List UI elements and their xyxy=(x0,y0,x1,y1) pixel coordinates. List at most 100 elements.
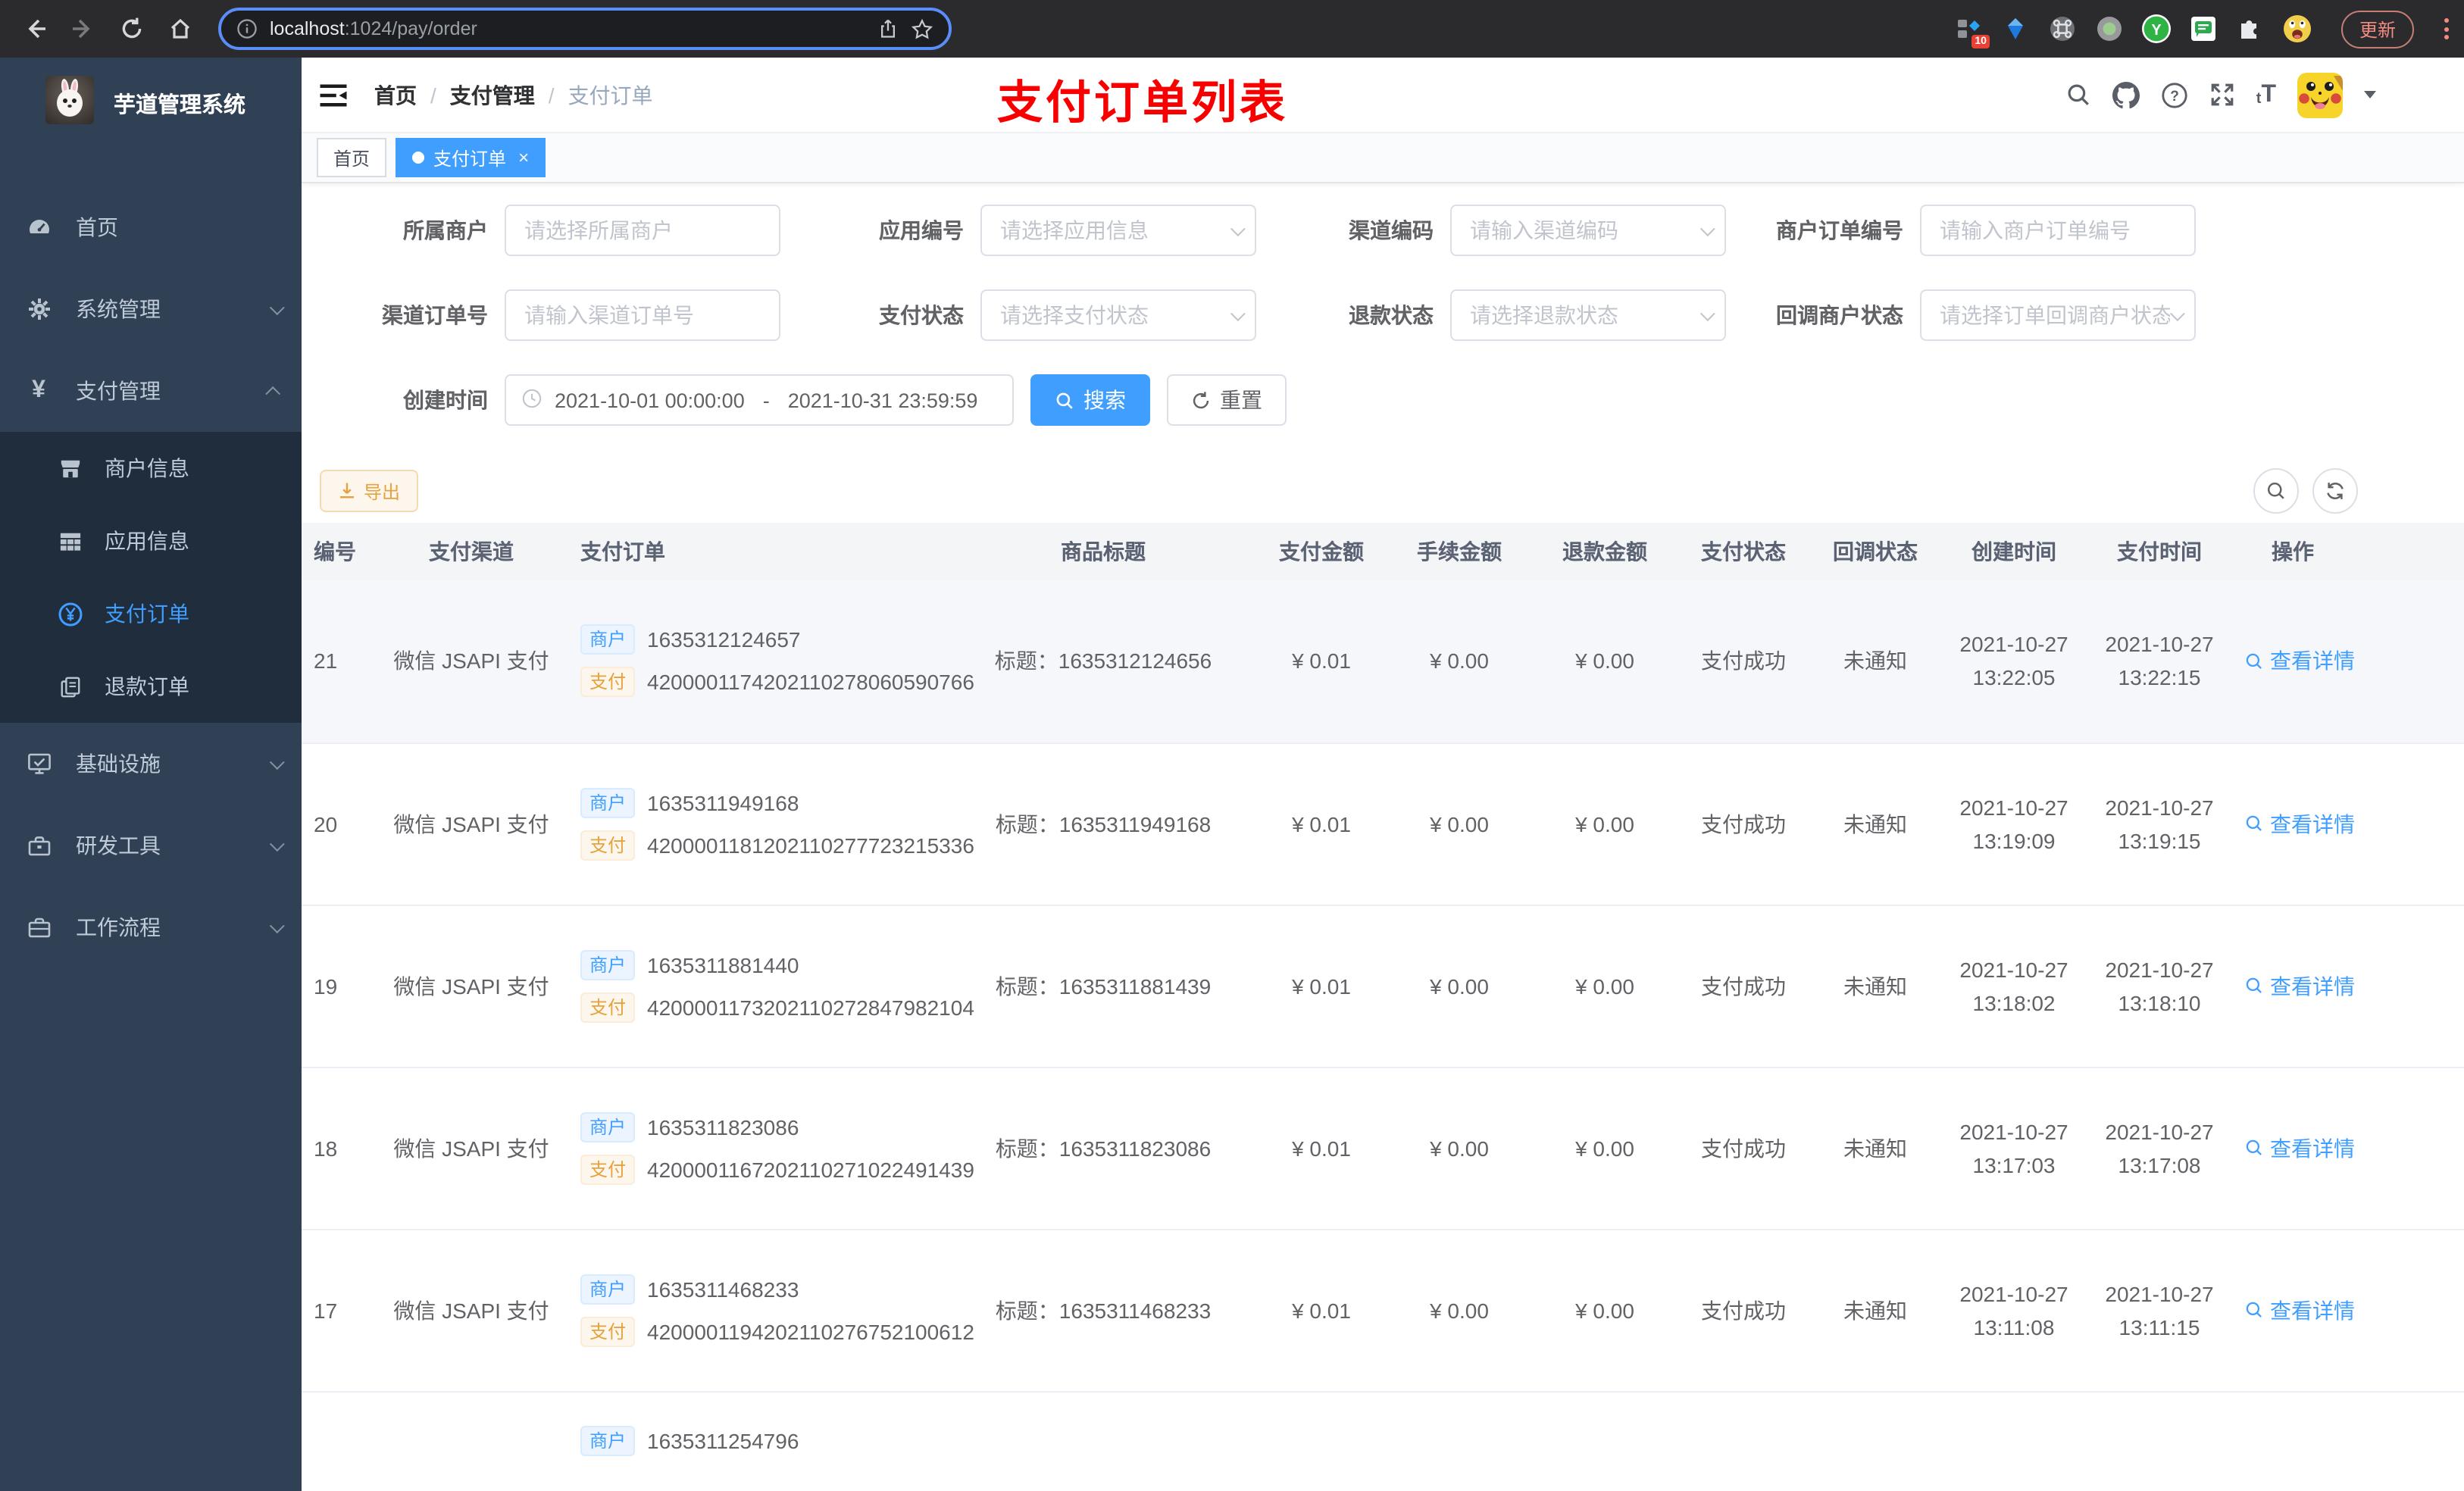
channel-order-no-input[interactable] xyxy=(505,289,780,341)
refund-amount: ¥ 0.00 xyxy=(1532,742,1678,905)
fullscreen-icon[interactable] xyxy=(2209,82,2235,108)
col-id: 编号 xyxy=(302,523,374,580)
reset-button[interactable]: 重置 xyxy=(1167,374,1287,426)
view-detail-link[interactable]: 查看详情 xyxy=(2244,1133,2355,1163)
merchant-input[interactable] xyxy=(505,205,780,256)
extension-chat-icon[interactable] xyxy=(2188,14,2219,44)
sidebar-item-pay-order[interactable]: 支付订单 xyxy=(0,577,302,650)
sidebar-item-merchant-info[interactable]: 商户信息 xyxy=(0,432,302,505)
chrome-menu-icon[interactable] xyxy=(2444,18,2449,39)
pay-amount: ¥ 0.01 xyxy=(1256,905,1387,1067)
view-detail-link[interactable]: 查看详情 xyxy=(2244,808,2355,839)
sidebar-item-system[interactable]: 系统管理 xyxy=(0,268,302,350)
view-detail-link[interactable]: 查看详情 xyxy=(2244,971,2355,1001)
sidebar-item-payment[interactable]: ¥ 支付管理 xyxy=(0,350,302,432)
order-id: 17 xyxy=(302,1229,374,1392)
actions-cell: 查看详情 xyxy=(2232,905,2464,1067)
col-status: 支付状态 xyxy=(1678,523,1809,580)
extension-tabs-icon[interactable]: 10 xyxy=(1953,14,1990,48)
svg-text:?: ? xyxy=(2170,88,2179,104)
user-avatar[interactable] xyxy=(2297,72,2343,117)
pay-status: 支付成功 xyxy=(1678,580,1809,743)
extension-puzzle-icon[interactable] xyxy=(2235,14,2265,44)
breadcrumb-section[interactable]: 支付管理 xyxy=(450,80,535,110)
view-detail-link[interactable]: 查看详情 xyxy=(2244,1295,2355,1325)
merchant-tag: 商户 xyxy=(580,787,636,817)
product-title: 标题：1635311468233 xyxy=(950,1229,1256,1392)
pay-status: 支付成功 xyxy=(1678,1067,1809,1230)
merchant-order-no-input[interactable] xyxy=(1920,205,2196,256)
col-fee: 手续金额 xyxy=(1387,523,1532,580)
back-icon[interactable] xyxy=(15,9,55,48)
filter-merchant: 所属商户 xyxy=(353,205,780,256)
chevron-down-icon xyxy=(1230,220,1246,236)
refresh-button[interactable] xyxy=(2312,468,2358,514)
chrome-update-button[interactable]: 更新 xyxy=(2340,10,2414,48)
app-logo[interactable]: 芋道管理系统 xyxy=(0,58,302,148)
notify-status-select[interactable]: 请选择订单回调商户状态 xyxy=(1920,289,2196,341)
extension-y-icon[interactable]: Y xyxy=(2141,14,2172,44)
pay-status-select[interactable]: 请选择支付状态 xyxy=(980,289,1256,341)
home-icon[interactable] xyxy=(161,9,200,48)
merchant-tag: 商户 xyxy=(580,624,636,655)
create-time-range-picker[interactable]: 2021-10-01 00:00:00 - 2021-10-31 23:59:5… xyxy=(505,374,1014,426)
pay-order-cell: 商户 1635311254796 xyxy=(568,1391,950,1489)
pay-time: 2021-10-27 13:11:15 xyxy=(2087,1229,2232,1392)
toolbox-icon xyxy=(26,833,52,858)
pay-channel: 微信 JSAPI 支付 xyxy=(374,742,568,905)
chevron-down-icon xyxy=(1230,305,1246,321)
browser-window: localhost:1024/pay/order 10 Y 更新 芋道管理系统 … xyxy=(0,0,2464,1491)
refund-status-select[interactable]: 请选择退款状态 xyxy=(1450,289,1726,341)
extension-emoji-icon[interactable] xyxy=(2282,14,2312,44)
search-icon[interactable] xyxy=(2065,82,2091,108)
refund-amount: ¥ 0.00 xyxy=(1532,1229,1678,1392)
search-button[interactable]: 搜索 xyxy=(1030,374,1150,426)
sidebar-item-dev-tools[interactable]: 研发工具 xyxy=(0,805,302,886)
sidebar-item-label: 工作流程 xyxy=(76,915,161,939)
help-icon[interactable]: ? xyxy=(2161,81,2188,108)
pay-time: 2021-10-27 13:17:08 xyxy=(2087,1067,2232,1230)
tag-tab-pay-order[interactable]: 支付订单 × xyxy=(396,138,546,177)
sidebar-item-label: 支付订单 xyxy=(105,602,189,626)
sidebar-fold-icon[interactable] xyxy=(317,78,350,111)
pay-no: 4200001181202110277723215336 xyxy=(647,833,974,857)
forward-icon[interactable] xyxy=(64,9,103,48)
font-size-icon[interactable]: tT xyxy=(2256,82,2276,107)
close-icon[interactable]: × xyxy=(518,148,529,167)
order-id: 21 xyxy=(302,580,374,743)
share-icon[interactable] xyxy=(877,18,899,39)
address-bar[interactable]: localhost:1024/pay/order xyxy=(218,8,952,50)
sidebar-item-app-info[interactable]: 应用信息 xyxy=(0,505,302,577)
channel-code-select[interactable]: 请输入渠道编码 xyxy=(1450,205,1726,256)
sidebar-item-refund-order[interactable]: 退款订单 xyxy=(0,650,302,723)
site-info-icon[interactable] xyxy=(236,18,258,39)
sidebar-item-label: 商户信息 xyxy=(105,456,189,480)
extension-gem-icon[interactable] xyxy=(2000,14,2031,44)
pay-no: 4200001194202110276752100612 xyxy=(647,1319,974,1343)
export-button[interactable]: 导出 xyxy=(320,470,419,512)
tag-tab-home[interactable]: 首页 xyxy=(317,138,387,177)
extension-recorder-icon[interactable] xyxy=(2094,14,2125,44)
breadcrumb-separator: / xyxy=(548,83,555,107)
sidebar-item-workflow[interactable]: 工作流程 xyxy=(0,886,302,968)
avatar-caret-icon[interactable] xyxy=(2364,91,2376,98)
col-refund: 退款金额 xyxy=(1532,523,1678,580)
view-detail-link[interactable]: 查看详情 xyxy=(2244,646,2355,677)
bookmark-star-icon[interactable] xyxy=(911,17,933,40)
app-select[interactable]: 请选择应用信息 xyxy=(980,205,1256,256)
sidebar-item-label: 退款订单 xyxy=(105,674,189,699)
reload-icon[interactable] xyxy=(112,9,152,48)
pay-tag: 支付 xyxy=(580,830,636,860)
show-search-toggle-button[interactable] xyxy=(2253,468,2299,514)
sidebar-item-home[interactable]: 首页 xyxy=(0,186,302,268)
table-header-row: 编号 支付渠道 支付订单 商品标题 支付金额 手续金额 退款金额 支付状态 回调… xyxy=(302,523,2464,580)
breadcrumb: 首页 / 支付管理 / 支付订单 xyxy=(374,80,653,110)
filter-merchant-order-no: 商户订单编号 xyxy=(1768,205,2196,256)
url-text[interactable]: localhost:1024/pay/order xyxy=(270,18,865,39)
extension-command-icon[interactable] xyxy=(2047,14,2078,44)
sidebar-item-infrastructure[interactable]: 基础设施 xyxy=(0,723,302,805)
browser-chrome: localhost:1024/pay/order 10 Y 更新 xyxy=(0,0,2464,58)
github-icon[interactable] xyxy=(2112,81,2140,108)
orders-table: 编号 支付渠道 支付订单 商品标题 支付金额 手续金额 退款金额 支付状态 回调… xyxy=(302,523,2464,1489)
breadcrumb-home[interactable]: 首页 xyxy=(374,80,417,110)
